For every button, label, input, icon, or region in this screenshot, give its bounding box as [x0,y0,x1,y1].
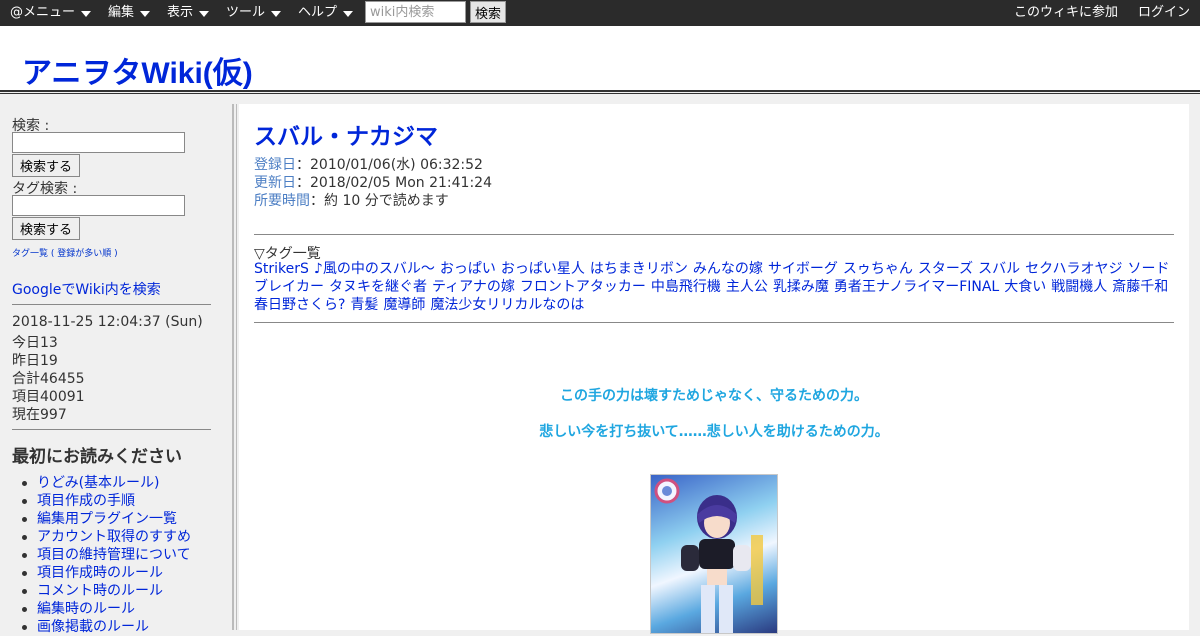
chevron-down-icon [199,11,210,17]
tag-link[interactable]: フロントアタッカー [520,279,646,295]
menu-atmenu[interactable]: @メニュー [10,0,92,26]
header-divider [0,90,1200,92]
character-card-illustration [654,478,763,633]
menu-tools-label: ツール [226,5,266,20]
main-content: スバル・ナカジマ 登録日：2010/01/06(水) 06:32:52 更新日：… [239,104,1189,634]
meta-updated-label: 更新日 [254,175,296,191]
sidebar-search-input[interactable] [12,132,185,153]
read-first-list: りどみ(基本ルール) 項目作成の手順 編集用プラグイン一覧 アカウント取得のすす… [22,474,191,636]
tag-link[interactable]: セクハラオヤジ [1025,261,1122,277]
meta-updated-value: ：2018/02/05 Mon 21:41:24 [296,175,492,191]
chevron-down-icon [140,11,151,17]
list-item[interactable]: 編集時のルール [22,600,191,618]
sidebar-divider [12,304,211,305]
tag-link[interactable]: おっぱい [440,261,496,277]
menu-atmenu-label: @メニュー [10,5,76,20]
column-divider-thin [236,104,237,630]
list-item[interactable]: 項目作成時のルール [22,564,191,582]
header-divider-thin [0,93,1200,94]
list-item[interactable]: 項目の維持管理について [22,546,191,564]
menu-view-label: 表示 [167,5,194,20]
tag-link[interactable]: スバル [978,261,1020,277]
sidebar: 検索 : 検索する タグ検索 : 検索する タグ一覧 ( 登録が多い順 ) Go… [0,104,226,635]
tag-link[interactable]: ♪風の中のスバル〜 [314,261,435,277]
menu-edit[interactable]: 編集 [108,0,151,26]
content-divider [254,234,1174,235]
sidebar-search-button[interactable]: 検索する [12,154,80,177]
list-item[interactable]: 編集用プラグイン一覧 [22,510,191,528]
meta-registered-value: ：2010/01/06(水) 06:32:52 [296,157,483,173]
character-card-image[interactable] [650,474,778,634]
tag-link[interactable]: 主人公 [726,279,768,295]
meta-registered: 登録日：2010/01/06(水) 06:32:52 [254,154,483,174]
tag-link[interactable]: 勇者王ナノライマーFINAL [834,279,999,295]
meta-registered-label: 登録日 [254,157,296,173]
tag-link[interactable]: 乳揉み魔 [773,279,829,295]
tag-link[interactable]: 大食い [1004,279,1046,295]
chevron-down-icon [81,11,92,17]
chevron-down-icon [271,11,282,17]
list-item[interactable]: りどみ(基本ルール) [22,474,191,492]
tag-link[interactable]: サイボーグ [768,261,838,277]
list-item[interactable]: 項目作成の手順 [22,492,191,510]
tag-search-input[interactable] [12,195,185,216]
login-link[interactable]: ログイン [1138,0,1190,26]
chevron-down-icon [343,11,354,17]
tag-link[interactable]: 魔法少女リリカルなのは [430,297,584,313]
list-item[interactable]: アカウント取得のすすめ [22,528,191,546]
stat-current: 現在997 [12,407,67,423]
join-wiki-link[interactable]: このウィキに参加 [1014,0,1118,26]
tag-link[interactable]: 青髪 [350,297,378,313]
meta-readtime: 所要時間：約 10 分で読めます [254,190,449,210]
tag-link[interactable]: スゥちゃん [843,261,913,277]
stat-today: 今日13 [12,335,58,351]
page-title: スバル・ナカジマ [254,124,438,150]
list-item[interactable]: 画像掲載のルール [22,618,191,636]
read-first-heading: 最初にお読みください [12,447,182,467]
tag-link[interactable]: 魔導師 [383,297,425,313]
tag-list-link[interactable]: タグ一覧 ( 登録が多い順 ) [12,246,118,259]
stat-total: 合計46455 [12,371,85,387]
quote-line-2: 悲しい今を打ち抜いて……悲しい人を助けるための力。 [539,424,889,440]
stat-items: 項目40091 [12,389,85,405]
tag-link[interactable]: 斎藤千和 [1112,279,1168,295]
menu-help[interactable]: ヘルプ [298,0,354,26]
tag-link[interactable]: 中島飛行機 [651,279,721,295]
quote-line-1: この手の力は壊すためじゃなく、守るための力。 [560,388,868,404]
tag-link[interactable]: タヌキを継ぐ者 [329,279,427,295]
google-search-link[interactable]: GoogleでWiki内を検索 [12,279,161,299]
tag-link[interactable]: スターズ [918,261,973,277]
top-menu-bar: @メニュー 編集 表示 ツール ヘルプ 検索 このウィキに参加 ログイン [0,0,1200,26]
tag-list: StrikerS ♪風の中のスバル〜 おっぱい おっぱい星人 はちまきリボン みんなの嫁サ… [254,260,1176,314]
wiki-search-button[interactable]: 検索 [470,1,506,23]
menu-view[interactable]: 表示 [167,0,210,26]
menu-edit-label: 編集 [108,5,135,20]
meta-readtime-value: ：約 10 分で読めます [310,193,449,209]
tag-search-button[interactable]: 検索する [12,217,80,240]
sidebar-divider [12,429,211,430]
stat-yesterday: 昨日19 [12,353,58,369]
tag-link[interactable]: はちまきリボン [590,261,688,277]
tag-link[interactable]: ティアナの嫁 [432,279,515,295]
list-item[interactable]: コメント時のルール [22,582,191,600]
tag-link[interactable]: 春日野さくら? [254,297,345,313]
column-divider [232,104,234,630]
content-divider [254,322,1174,323]
tag-link[interactable]: 戦闘機人 [1051,279,1107,295]
tag-link[interactable]: おっぱい星人 [501,261,585,277]
meta-updated: 更新日：2018/02/05 Mon 21:41:24 [254,172,492,192]
tag-link[interactable]: みんなの嫁 [693,261,763,277]
stat-datetime: 2018-11-25 12:04:37 (Sun) [12,314,203,330]
wiki-search-input[interactable] [365,1,466,23]
site-title[interactable]: アニヲタWiki(仮) [22,48,253,92]
tag-link[interactable]: StrikerS [254,261,309,277]
menu-tools[interactable]: ツール [226,0,282,26]
site-header: アニヲタWiki(仮) [0,26,1200,90]
meta-readtime-label: 所要時間 [254,193,310,209]
menu-help-label: ヘルプ [298,5,338,20]
